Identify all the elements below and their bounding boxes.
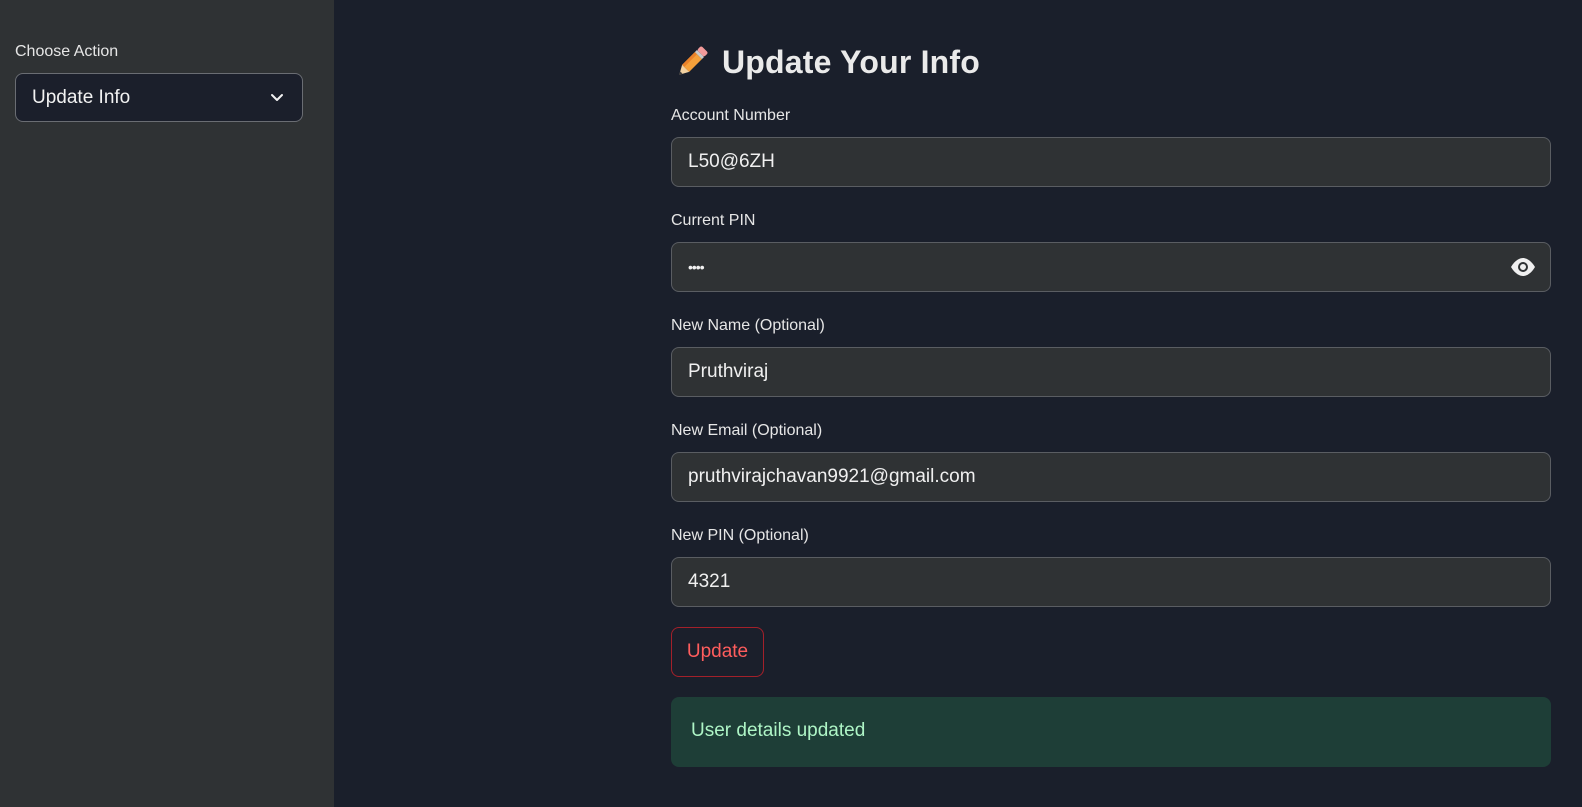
new-name-field[interactable]: Pruthviraj	[671, 347, 1551, 397]
new-email-field[interactable]: pruthvirajchavan9921@gmail.com	[671, 452, 1551, 502]
update-button[interactable]: Update	[671, 627, 764, 677]
current-pin-label: Current PIN	[671, 212, 756, 229]
account-number-value: L50@6ZH	[688, 151, 775, 172]
chevron-down-icon[interactable]	[268, 88, 286, 106]
pencil-icon	[679, 46, 708, 75]
action-select-value: Update Info	[32, 87, 131, 108]
action-select[interactable]: Update Info	[15, 73, 303, 122]
account-number-field[interactable]: L50@6ZH	[671, 137, 1551, 187]
new-name-label: New Name (Optional)	[671, 317, 825, 334]
sidebar: Choose Action Update Info	[0, 0, 334, 807]
account-number-label: Account Number	[671, 107, 791, 124]
new-email-label: New Email (Optional)	[671, 422, 823, 439]
new-pin-value: 4321	[688, 571, 731, 592]
new-pin-field[interactable]: 4321	[671, 557, 1551, 607]
eye-icon[interactable]	[1510, 256, 1536, 278]
title-row: Update Your Info	[672, 38, 980, 86]
app: Choose Action Update Info Update Your In…	[0, 0, 1582, 807]
current-pin-field[interactable]: ••••	[671, 242, 1551, 292]
choose-action-label: Choose Action	[15, 43, 119, 60]
new-pin-label: New PIN (Optional)	[671, 527, 809, 544]
main-content: Update Your Info Account Number L50@6ZH …	[334, 0, 1582, 807]
new-name-value: Pruthviraj	[688, 361, 769, 382]
success-message: User details updated	[691, 720, 866, 741]
page-title: Update Your Info	[722, 43, 981, 80]
new-email-value: pruthvirajchavan9921@gmail.com	[688, 466, 976, 487]
success-alert: User details updated	[671, 697, 1551, 767]
current-pin-value: ••••	[688, 259, 705, 275]
